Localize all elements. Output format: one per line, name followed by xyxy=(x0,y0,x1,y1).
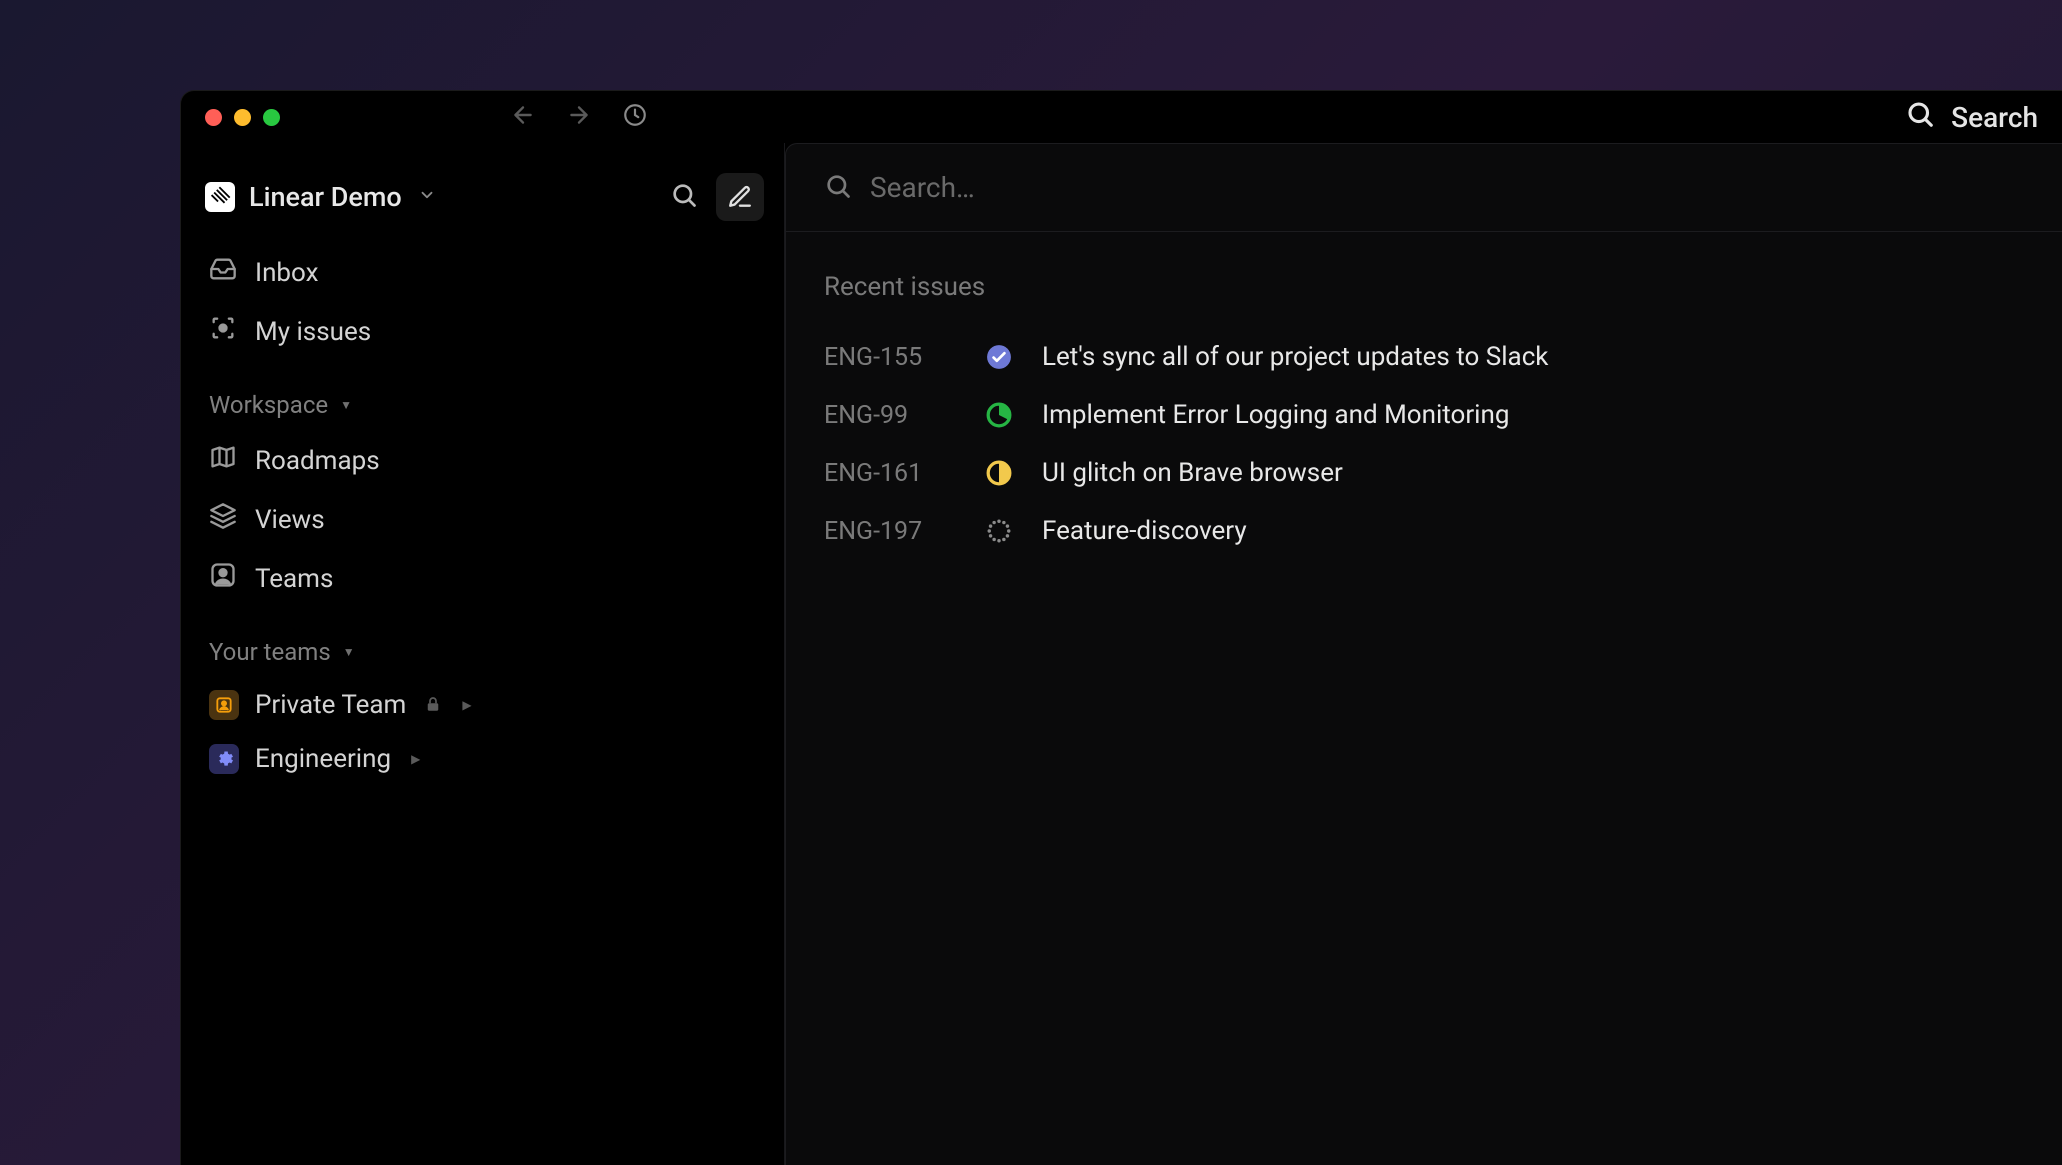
section-label: Workspace xyxy=(209,391,328,419)
status-started-icon xyxy=(986,402,1012,428)
maximize-window-button[interactable] xyxy=(263,109,280,126)
compose-button[interactable] xyxy=(716,173,764,221)
status-backlog-icon xyxy=(986,518,1012,544)
triangle-down-icon: ▼ xyxy=(343,645,355,659)
nav-label: Roadmaps xyxy=(255,446,380,476)
person-icon xyxy=(209,561,237,596)
issue-row[interactable]: ENG-197 Feature-discovery xyxy=(824,502,2024,560)
issue-title: Feature-discovery xyxy=(1042,516,1247,546)
issue-title: Implement Error Logging and Monitoring xyxy=(1042,400,1509,430)
window-controls xyxy=(205,109,280,126)
search-icon xyxy=(824,172,852,204)
nav-label: Views xyxy=(255,505,325,535)
sidebar-item-inbox[interactable]: Inbox xyxy=(205,243,764,302)
results: Recent issues ENG-155 Let's sync all of o… xyxy=(786,232,2062,600)
section-workspace[interactable]: Workspace ▼ xyxy=(205,361,764,431)
sidebar: Linear Demo Inbox xyxy=(181,143,785,1165)
global-search[interactable]: Search xyxy=(1905,99,2038,136)
target-icon xyxy=(209,314,237,349)
nav-controls xyxy=(510,102,648,132)
titlebar: Search xyxy=(181,91,2062,143)
back-button[interactable] xyxy=(510,102,536,132)
sidebar-item-my-issues[interactable]: My issues xyxy=(205,302,764,361)
triangle-right-icon: ▶ xyxy=(411,752,420,766)
status-done-icon xyxy=(986,344,1012,370)
team-icon xyxy=(209,690,239,720)
nav-label: Teams xyxy=(255,564,333,594)
global-search-label: Search xyxy=(1951,101,2038,134)
issue-id: ENG-155 xyxy=(824,343,956,372)
workspace-name: Linear Demo xyxy=(249,181,402,213)
layers-icon xyxy=(209,502,237,537)
history-button[interactable] xyxy=(622,102,648,132)
team-engineering[interactable]: Engineering ▶ xyxy=(205,732,764,786)
section-your-teams[interactable]: Your teams ▼ xyxy=(205,608,764,678)
section-label: Your teams xyxy=(209,638,331,666)
lock-icon xyxy=(424,690,442,720)
status-inprogress-icon xyxy=(986,460,1012,486)
issue-row[interactable]: ENG-99 Implement Error Logging and Monito… xyxy=(824,386,2024,444)
issue-title: UI glitch on Brave browser xyxy=(1042,458,1343,488)
team-private[interactable]: Private Team ▶ xyxy=(205,678,764,732)
issue-row[interactable]: ENG-161 UI glitch on Brave browser xyxy=(824,444,2024,502)
team-label: Private Team xyxy=(255,690,406,720)
team-label: Engineering xyxy=(255,744,391,774)
issue-id: ENG-99 xyxy=(824,401,956,430)
triangle-right-icon: ▶ xyxy=(462,698,471,712)
forward-button[interactable] xyxy=(566,102,592,132)
search-bar xyxy=(786,144,2062,232)
results-heading: Recent issues xyxy=(824,272,2024,302)
team-icon xyxy=(209,744,239,774)
workspace-logo xyxy=(205,182,235,212)
body: Linear Demo Inbox xyxy=(181,143,2062,1165)
issue-id: ENG-161 xyxy=(824,459,956,488)
nav-label: My issues xyxy=(255,317,371,347)
main-panel: Recent issues ENG-155 Let's sync all of o… xyxy=(785,143,2062,1165)
search-input[interactable] xyxy=(870,171,2024,204)
issue-id: ENG-197 xyxy=(824,517,956,546)
sidebar-item-roadmaps[interactable]: Roadmaps xyxy=(205,431,764,490)
issue-title: Let's sync all of our project updates to… xyxy=(1042,342,1548,372)
search-icon xyxy=(1905,99,1935,136)
sidebar-search-button[interactable] xyxy=(662,173,706,221)
minimize-window-button[interactable] xyxy=(234,109,251,126)
app-window: Search Linear Demo xyxy=(180,90,2062,1165)
sidebar-item-views[interactable]: Views xyxy=(205,490,764,549)
close-window-button[interactable] xyxy=(205,109,222,126)
sidebar-item-teams[interactable]: Teams xyxy=(205,549,764,608)
map-icon xyxy=(209,443,237,478)
issue-row[interactable]: ENG-155 Let's sync all of our project upd… xyxy=(824,328,2024,386)
chevron-down-icon xyxy=(418,186,436,208)
inbox-icon xyxy=(209,255,237,290)
workspace-switcher[interactable]: Linear Demo xyxy=(205,167,764,243)
nav-label: Inbox xyxy=(255,258,319,288)
triangle-down-icon: ▼ xyxy=(340,398,352,412)
